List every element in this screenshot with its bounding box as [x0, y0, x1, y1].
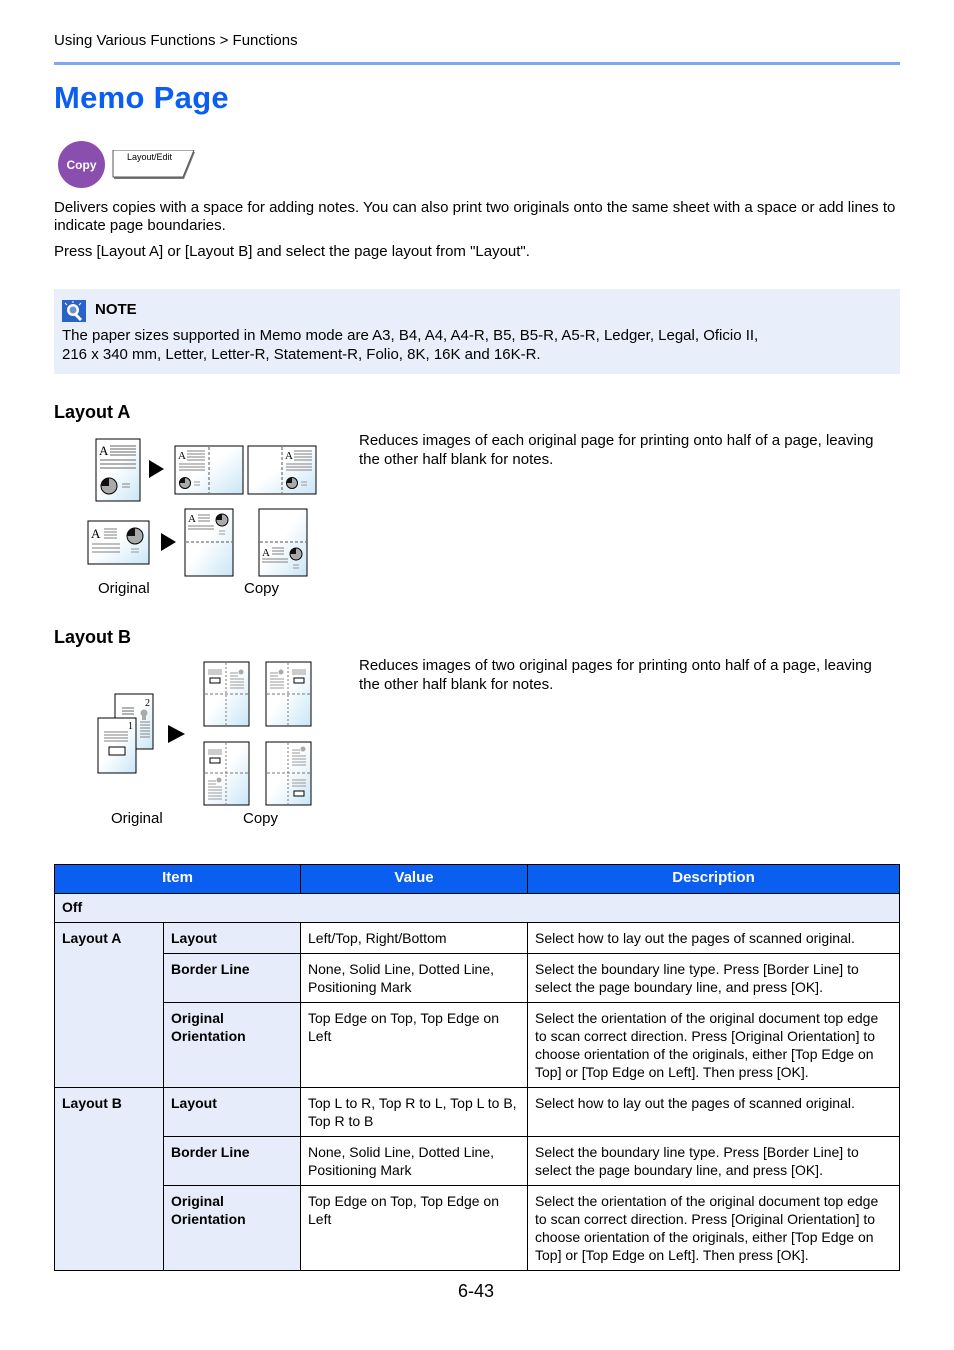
note-heading: NOTE [95, 301, 137, 318]
item-cell: Border Line [163, 953, 301, 1003]
value-cell: Left/Top, Right/Bottom [300, 922, 528, 954]
arrow-icon [161, 533, 176, 551]
description-cell: Select the orientation of the original d… [527, 1002, 900, 1088]
copy-top-l-to-r [203, 661, 250, 727]
intro-paragraph-2: Press [Layout A] or [Layout B] and selec… [54, 243, 530, 260]
item-cell: Layout [163, 922, 301, 954]
original-page-1: 1 [97, 717, 137, 774]
original-portrait-page: A [95, 438, 141, 502]
svg-text:A: A [262, 547, 270, 559]
table-row: Layout A Layout Left/Top, Right/Bottom S… [54, 922, 900, 1088]
item-cell: Original Orientation [163, 1002, 301, 1088]
off-label: Off [54, 893, 900, 923]
page-number: 6-43 [458, 1281, 495, 1301]
copy-top-l-to-b [203, 741, 250, 806]
intro-paragraph-1: Delivers copies with a space for adding … [54, 199, 896, 234]
copy-top-r-to-l [265, 661, 312, 727]
description-cell: Select how to lay out the pages of scann… [527, 1087, 900, 1137]
value-cell: None, Solid Line, Dotted Line, Positioni… [300, 953, 528, 1003]
layout-b-copy-caption: Copy [243, 810, 279, 827]
layout-a-diagram: A A A A A A [87, 438, 317, 577]
copy-mode-label: Copy [66, 157, 97, 172]
table-row: Border Line None, Solid Line, Dotted Lin… [55, 953, 900, 1003]
layout-b-description: Reduces images of two original pages for… [359, 657, 872, 693]
note-text: The paper sizes supported in Memo mode a… [62, 326, 862, 364]
copy-top-half-page: A [184, 508, 234, 577]
copy-top-r-to-b [265, 741, 312, 806]
layout-b-original-caption: Original [111, 810, 163, 827]
layout-a-copy-caption: Copy [244, 580, 280, 597]
value-cell: Top L to R, Top R to L, Top L to B, Top … [300, 1087, 528, 1137]
layout-b-heading: Layout B [54, 627, 132, 647]
description-cell: Select how to lay out the pages of scann… [527, 922, 900, 954]
item-cell: Layout [163, 1087, 301, 1137]
table-row-off: Off [54, 893, 900, 923]
svg-text:A: A [188, 513, 196, 525]
note-text-line-1: The paper sizes supported in Memo mode a… [62, 327, 759, 344]
table-row: Border Line None, Solid Line, Dotted Lin… [55, 1136, 900, 1186]
header-value: Value [300, 864, 528, 894]
layout-a-heading: Layout A [54, 402, 131, 422]
copy-mode-badge: Copy [58, 141, 105, 188]
table-header-row: Item Value Description [54, 864, 900, 894]
layout-edit-tab-label: Layout/Edit [127, 152, 173, 162]
header-rule [54, 62, 900, 65]
group-label: Layout B [54, 1087, 164, 1271]
svg-text:2: 2 [145, 698, 150, 709]
value-cell: Top Edge on Top, Top Edge on Left [300, 1002, 528, 1088]
arrow-icon [168, 725, 185, 743]
description-cell: Select the boundary line type. Press [Bo… [527, 1136, 900, 1186]
layout-a-original-caption: Original [98, 580, 150, 597]
value-cell: Top Edge on Top, Top Edge on Left [300, 1185, 528, 1271]
settings-table: Item Value Description Off Layout A Layo… [54, 864, 900, 1271]
breadcrumb: Using Various Functions > Functions [54, 32, 298, 49]
table-row: Layout B Layout Top L to R, Top R to L, … [54, 1087, 900, 1271]
note-icon [62, 300, 86, 322]
copy-right-bottom-page: A [247, 445, 317, 495]
copy-bottom-half-page: A [258, 508, 308, 577]
copy-left-top-page: A [174, 445, 244, 495]
header-item: Item [54, 864, 301, 894]
group-label: Layout A [54, 922, 164, 1088]
svg-text:1: 1 [128, 721, 133, 732]
description-cell: Select the boundary line type. Press [Bo… [527, 953, 900, 1003]
layout-b-diagram: 2 1 [97, 661, 312, 806]
svg-text:A: A [91, 526, 101, 541]
page-title: Memo Page [54, 80, 229, 115]
arrow-icon [149, 460, 164, 478]
value-cell: None, Solid Line, Dotted Line, Positioni… [300, 1136, 528, 1186]
description-cell: Select the orientation of the original d… [527, 1185, 900, 1271]
original-landscape-page: A [87, 520, 150, 565]
item-cell: Original Orientation [163, 1185, 301, 1271]
item-cell: Border Line [163, 1136, 301, 1186]
table-row: Original Orientation Top Edge on Top, To… [55, 1002, 900, 1088]
svg-text:A: A [285, 450, 293, 462]
svg-text:A: A [178, 450, 186, 462]
note-text-line-2: 216 x 340 mm, Letter, Letter-R, Statemen… [62, 346, 541, 363]
header-description: Description [527, 864, 900, 894]
table-row: Original Orientation Top Edge on Top, To… [55, 1185, 900, 1271]
layout-a-description: Reduces images of each original page for… [359, 432, 874, 468]
letter-a-glyph: A [99, 443, 109, 458]
